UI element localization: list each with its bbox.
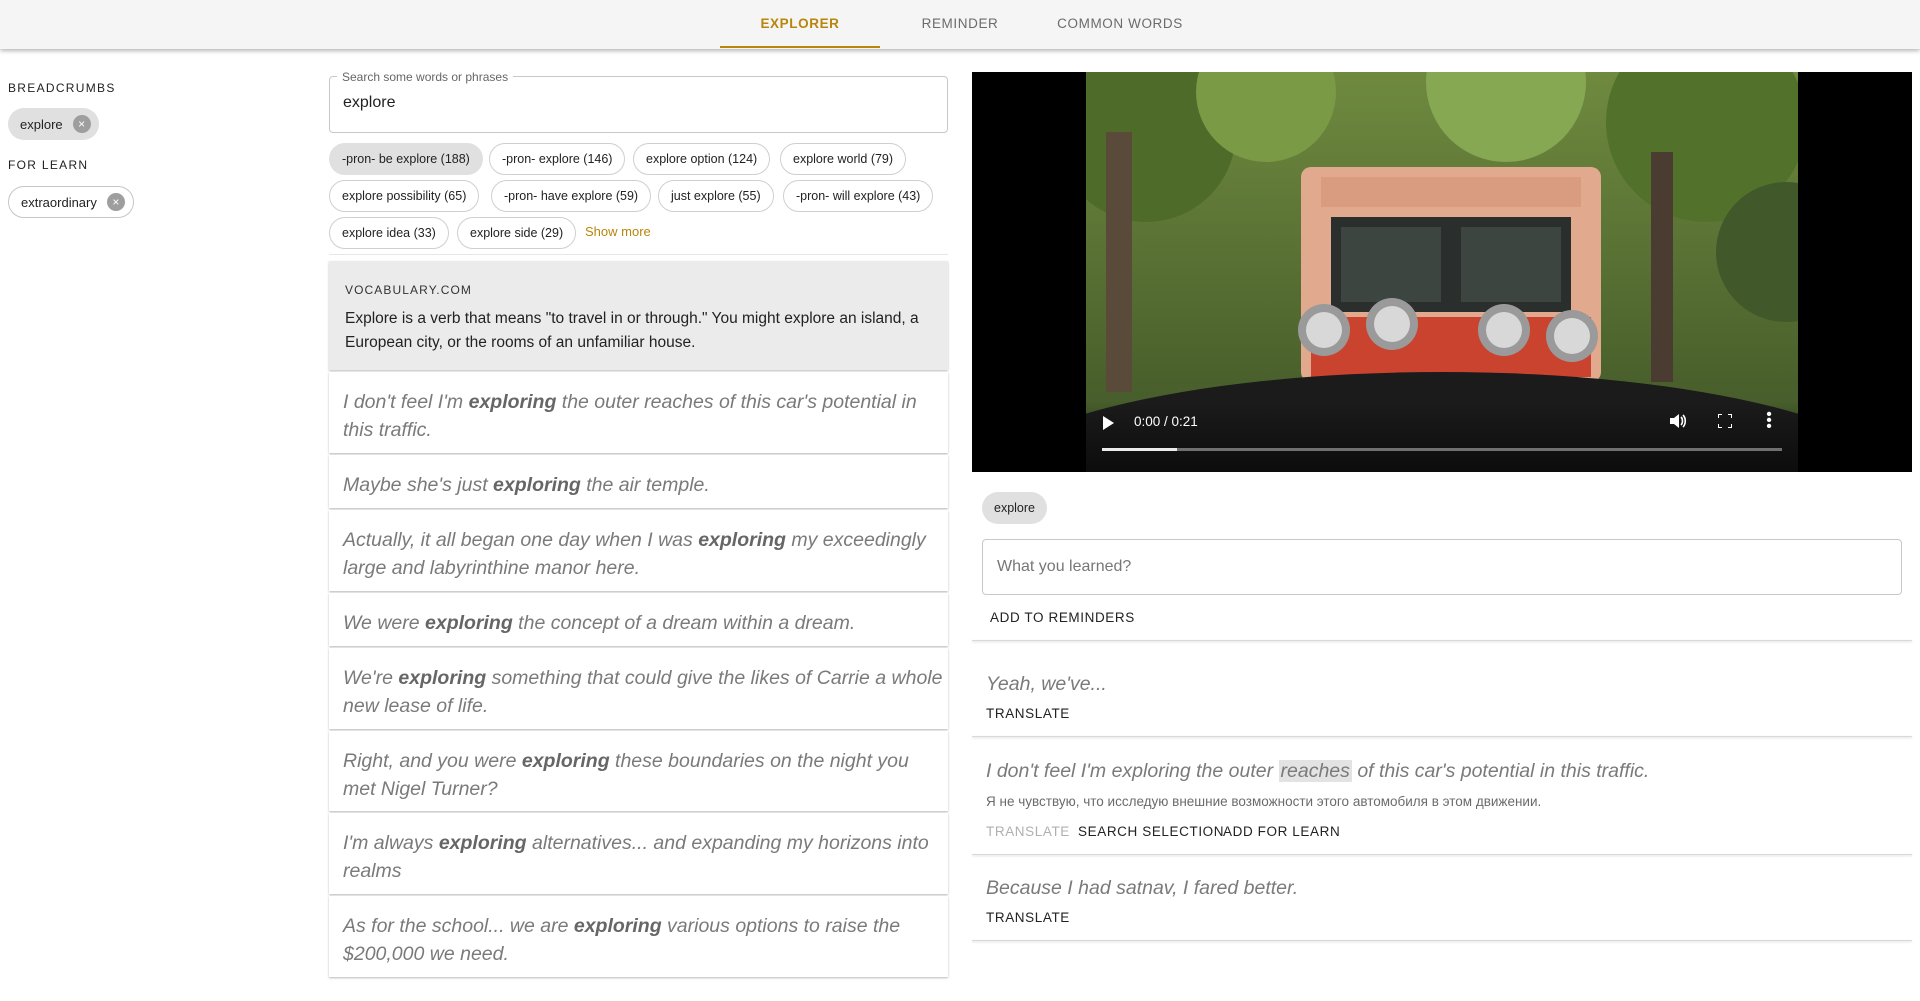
- phrase-chip[interactable]: explore idea (33): [329, 217, 449, 249]
- translate-button[interactable]: TRANSLATE: [986, 706, 1070, 721]
- example-sentence[interactable]: Maybe she's just exploring the air templ…: [329, 455, 948, 508]
- subtitle-text[interactable]: Because I had satnav, I fared better.: [986, 877, 1298, 900]
- play-icon[interactable]: [1103, 416, 1114, 430]
- add-to-reminders-button[interactable]: ADD TO REMINDERS: [990, 610, 1135, 625]
- keyword: exploring: [573, 915, 662, 937]
- breadcrumb-chip-label: explore: [20, 116, 63, 132]
- keyword: exploring: [521, 750, 610, 772]
- translate-button[interactable]: TRANSLATE: [986, 824, 1070, 839]
- breadcrumbs-heading: BREADCRUMBS: [8, 81, 116, 95]
- selected-word-chip[interactable]: explore: [982, 492, 1047, 524]
- subtitle-translation: Я не чувствую, что исследую внешние возм…: [986, 794, 1542, 809]
- keyword: exploring: [438, 832, 527, 854]
- example-sentence[interactable]: We're exploring something that could giv…: [329, 648, 948, 729]
- phrase-chip[interactable]: explore option (124): [633, 143, 771, 175]
- example-text: Actually, it all began one day when I wa…: [343, 529, 926, 579]
- phrase-chip[interactable]: explore possibility (65): [329, 180, 480, 212]
- what-you-learned-input[interactable]: [982, 539, 1902, 595]
- volume-icon[interactable]: [1669, 413, 1687, 434]
- keyword: exploring: [468, 391, 557, 413]
- example-sentence[interactable]: Actually, it all began one day when I wa…: [329, 510, 948, 591]
- translate-button[interactable]: TRANSLATE: [986, 910, 1070, 925]
- phrase-chip[interactable]: explore side (29): [457, 217, 577, 249]
- example-sentence[interactable]: We were exploring the concept of a dream…: [329, 593, 948, 646]
- example-text: As for the school... we are exploring va…: [343, 915, 901, 965]
- example-text: Right, and you were exploring these boun…: [343, 750, 909, 800]
- breadcrumb-chip[interactable]: explore ×: [8, 108, 99, 140]
- example-text: I don't feel I'm exploring the outer rea…: [343, 391, 917, 441]
- vocabulary-card: VOCABULARY.COM Explore is a verb that me…: [329, 261, 948, 370]
- divider: [972, 940, 1912, 941]
- phrase-chip[interactable]: -pron- be explore (188): [329, 143, 483, 175]
- example-text: We're exploring something that could giv…: [343, 667, 943, 717]
- example-sentence[interactable]: I don't feel I'm exploring the outer rea…: [329, 372, 948, 453]
- example-text: We were exploring the concept of a dream…: [343, 612, 856, 634]
- example-sentence[interactable]: As for the school... we are exploring va…: [329, 896, 948, 977]
- phrase-chip[interactable]: -pron- explore (146): [489, 143, 626, 175]
- search-selection-button[interactable]: SEARCH SELECTION: [1078, 824, 1224, 839]
- example-text: Maybe she's just exploring the air templ…: [343, 474, 710, 496]
- phrase-chip[interactable]: just explore (55): [658, 180, 774, 212]
- keyword: exploring: [398, 667, 487, 689]
- video-progress-track[interactable]: [1102, 448, 1782, 451]
- tab-reminder[interactable]: REMINDER: [880, 0, 1040, 48]
- subtitle-text[interactable]: Yeah, we've...: [986, 673, 1107, 696]
- phrase-chip[interactable]: -pron- will explore (43): [783, 180, 934, 212]
- phrase-chip[interactable]: explore world (79): [780, 143, 907, 175]
- video-progress-fill: [1102, 448, 1177, 451]
- remove-breadcrumb-icon[interactable]: ×: [72, 115, 91, 133]
- for-learn-heading: FOR LEARN: [8, 158, 89, 172]
- keyword: exploring: [493, 474, 581, 496]
- subtitle-text[interactable]: I don't feel I'm exploring the outer rea…: [986, 760, 1649, 783]
- tab-explorer[interactable]: EXPLORER: [720, 0, 880, 48]
- top-navigation: EXPLORER REMINDER COMMON WORDS: [0, 0, 1920, 49]
- divider: [972, 854, 1912, 855]
- show-more-link[interactable]: Show more: [585, 224, 651, 239]
- phrase-chip[interactable]: -pron- have explore (59): [491, 180, 652, 212]
- tab-common-words[interactable]: COMMON WORDS: [1040, 0, 1200, 48]
- divider: [972, 640, 1912, 641]
- search-input[interactable]: [343, 94, 933, 112]
- video-controls-overlay: [1086, 402, 1798, 472]
- example-sentence[interactable]: Right, and you were exploring these boun…: [329, 731, 948, 811]
- divider: [329, 254, 948, 255]
- keyword: exploring: [425, 612, 513, 634]
- remove-for-learn-icon[interactable]: ×: [106, 193, 125, 211]
- example-sentence[interactable]: I'm always exploring alternatives... and…: [329, 813, 948, 894]
- vocabulary-definition: Explore is a verb that means "to travel …: [345, 310, 919, 351]
- for-learn-chip-label: extraordinary: [21, 194, 97, 210]
- example-text: I'm always exploring alternatives... and…: [343, 832, 929, 882]
- add-for-learn-button[interactable]: ADD FOR LEARN: [1223, 824, 1340, 839]
- keyword: exploring: [698, 529, 786, 551]
- video-time: 0:00 / 0:21: [1134, 414, 1198, 429]
- selected-word-highlight: reaches: [1278, 760, 1352, 782]
- for-learn-chip[interactable]: extraordinary ×: [8, 186, 134, 218]
- search-label: Search some words or phrases: [337, 70, 514, 84]
- more-options-icon[interactable]: • • •: [1766, 407, 1772, 435]
- fullscreen-icon[interactable]: [1717, 413, 1733, 429]
- vocabulary-source: VOCABULARY.COM: [345, 283, 472, 297]
- divider: [972, 736, 1912, 737]
